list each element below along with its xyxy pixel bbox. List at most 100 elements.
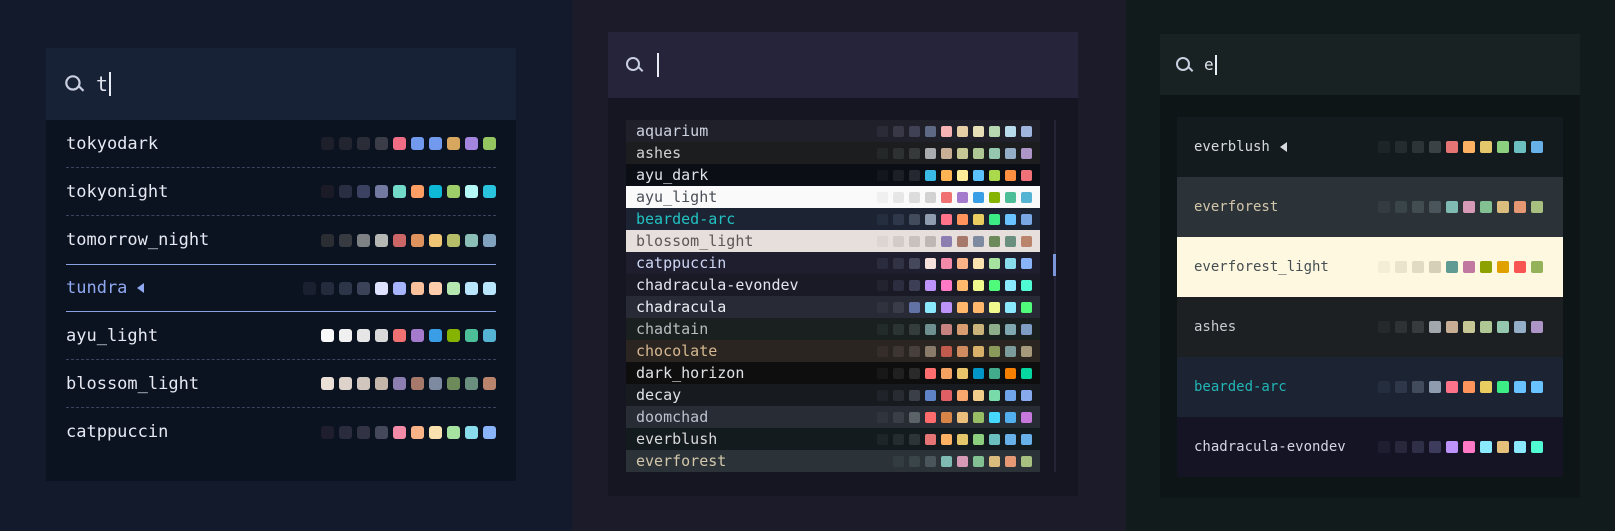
search-bar[interactable] <box>608 32 1078 98</box>
color-swatch <box>909 323 920 335</box>
theme-item-chadracula-evondev[interactable]: chadracula-evondev <box>626 274 1040 296</box>
color-swatch <box>973 257 984 269</box>
color-swatch <box>483 185 496 198</box>
theme-list: aquarium ashes ayu_dark ayu_light bearded-ar… <box>626 120 1040 472</box>
color-swatch <box>339 329 352 342</box>
theme-picker-column-2: aquarium ashes ayu_dark ayu_light bearded-ar… <box>572 0 1126 531</box>
color-swatch <box>465 185 478 198</box>
theme-name-label: chadracula-evondev <box>1194 439 1346 455</box>
color-swatch <box>1005 279 1016 291</box>
color-swatch <box>989 191 1000 203</box>
theme-name-label: dark_horizon <box>636 364 745 382</box>
color-swatch <box>1021 301 1032 313</box>
theme-item-chocolate[interactable]: chocolate <box>626 340 1040 362</box>
theme-picker-panel-1: t tokyodark tokyonight tomorrow_night tundr… <box>46 48 516 481</box>
color-swatch <box>909 147 920 159</box>
color-swatch <box>429 281 442 295</box>
color-swatch <box>1005 433 1016 445</box>
theme-item-ayu-light[interactable]: ayu_light <box>66 312 496 360</box>
color-swatch <box>1412 141 1424 153</box>
color-swatch <box>429 425 442 439</box>
theme-name-label: everblush <box>1194 139 1270 155</box>
color-swatch <box>1514 381 1526 393</box>
color-swatch <box>429 137 442 150</box>
color-swatch <box>877 169 888 181</box>
search-input[interactable]: e <box>1204 54 1217 75</box>
text-cursor <box>1214 54 1217 75</box>
theme-item-ayu-light[interactable]: ayu_light <box>626 186 1040 208</box>
theme-name: everforest <box>636 452 726 470</box>
color-swatch <box>941 323 952 335</box>
theme-name: chadtain <box>636 320 708 338</box>
theme-item-everforest-light[interactable]: everforest_light <box>1177 237 1563 297</box>
theme-item-aquarium[interactable]: aquarium <box>626 120 1040 142</box>
color-swatch <box>375 377 388 390</box>
theme-item-ayu-dark[interactable]: ayu_dark <box>626 164 1040 186</box>
color-swatch <box>989 411 1000 423</box>
search-bar[interactable]: t <box>46 48 516 120</box>
theme-item-tundra[interactable]: tundra <box>66 264 496 312</box>
color-swatch <box>411 281 424 295</box>
theme-item-doomchad[interactable]: doomchad <box>626 406 1040 428</box>
color-swatch <box>357 233 370 247</box>
color-swatch <box>1005 191 1016 203</box>
color-swatches <box>1378 321 1543 333</box>
color-swatch <box>1412 261 1424 273</box>
theme-item-ashes[interactable]: ashes <box>1177 297 1563 357</box>
color-swatch <box>877 257 888 269</box>
color-swatch <box>375 137 388 150</box>
theme-item-chadracula-evondev[interactable]: chadracula-evondev <box>1177 417 1563 477</box>
theme-item-decay[interactable]: decay <box>626 384 1040 406</box>
theme-item-everforest[interactable]: everforest <box>626 450 1040 472</box>
theme-item-catppuccin[interactable]: catppuccin <box>66 408 496 456</box>
color-swatches <box>877 345 1032 357</box>
theme-item-tokyonight[interactable]: tokyonight <box>66 168 496 216</box>
theme-item-ashes[interactable]: ashes <box>626 142 1040 164</box>
theme-item-everforest[interactable]: everforest <box>1177 177 1563 237</box>
theme-name: catppuccin <box>66 422 168 442</box>
color-swatch <box>483 281 496 295</box>
color-swatch <box>1463 441 1475 453</box>
theme-item-dark-horizon[interactable]: dark_horizon <box>626 362 1040 384</box>
theme-item-catppuccin[interactable]: catppuccin <box>626 252 1040 274</box>
color-swatches <box>321 329 496 342</box>
scrollbar-track[interactable] <box>1054 120 1056 472</box>
color-swatch <box>429 233 442 247</box>
color-swatch <box>973 345 984 357</box>
color-swatch <box>893 389 904 401</box>
theme-item-blossom-light[interactable]: blossom_light <box>626 230 1040 252</box>
theme-item-tokyodark[interactable]: tokyodark <box>66 120 496 168</box>
theme-item-everblush[interactable]: everblush <box>626 428 1040 450</box>
search-input[interactable] <box>656 53 659 77</box>
search-input[interactable]: t <box>96 72 112 96</box>
theme-item-bearded-arc[interactable]: bearded-arc <box>626 208 1040 230</box>
theme-item-bearded-arc[interactable]: bearded-arc <box>1177 357 1563 417</box>
color-swatch <box>1412 441 1424 453</box>
search-bar[interactable]: e <box>1160 34 1580 95</box>
color-swatch <box>1021 455 1032 467</box>
theme-item-chadtain[interactable]: chadtain <box>626 318 1040 340</box>
color-swatches <box>321 185 496 198</box>
theme-name-label: chadtain <box>636 320 709 338</box>
color-swatch <box>483 425 496 439</box>
color-swatch <box>447 281 460 295</box>
color-swatch <box>1446 201 1458 213</box>
color-swatch <box>893 455 904 467</box>
scrollbar-thumb[interactable] <box>1053 254 1056 276</box>
color-swatch <box>339 377 352 390</box>
color-swatch <box>941 257 952 269</box>
color-swatch <box>357 329 370 342</box>
theme-item-blossom-light[interactable]: blossom_light <box>66 360 496 408</box>
color-swatch <box>973 191 984 203</box>
theme-item-everblush[interactable]: everblush <box>1177 117 1563 177</box>
color-swatch <box>1021 279 1032 291</box>
color-swatch <box>989 279 1000 291</box>
color-swatch <box>393 233 406 247</box>
color-swatch <box>1446 321 1458 333</box>
theme-item-tomorrow-night[interactable]: tomorrow_night <box>66 216 496 264</box>
color-swatch <box>1463 141 1475 153</box>
color-swatch <box>1497 441 1509 453</box>
color-swatch <box>429 329 442 342</box>
theme-item-chadracula[interactable]: chadracula <box>626 296 1040 318</box>
color-swatch <box>1021 433 1032 445</box>
